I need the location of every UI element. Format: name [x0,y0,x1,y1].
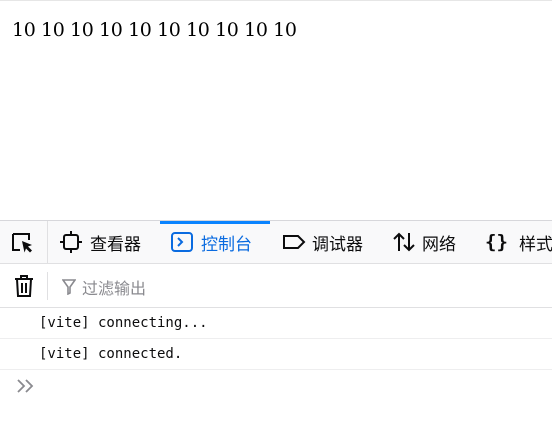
filter-output-input[interactable]: 过滤输出 [62,275,146,299]
console-input-prompt[interactable] [16,378,36,398]
console-message-text: [vite] connected. [39,346,183,362]
console-toolbar: 过滤输出 [0,264,552,308]
element-picker-button[interactable] [0,221,48,263]
tab-label: 调试器 [312,234,363,255]
filter-placeholder: 过滤输出 [82,279,147,298]
tab-label: 查看器 [90,234,141,255]
filter-icon [62,279,76,295]
tab-label: 样式 [519,234,552,255]
tab-label: 控制台 [201,234,252,255]
debugger-icon [282,231,306,253]
chevron-double-right-icon [17,379,34,393]
tab-inspector[interactable]: 查看器 [60,221,141,263]
tab-style-editor[interactable]: {} 样式 [485,221,552,263]
tab-debugger[interactable]: 调试器 [282,221,363,263]
inspector-icon [60,231,82,253]
tab-console[interactable]: 控制台 [160,221,270,263]
network-icon [392,231,415,253]
console-message: [vite] connecting... [0,308,552,339]
page-content-text: 10 10 10 10 10 10 10 10 10 10 [12,19,297,41]
devtools-panel: 查看器 控制台 调试器 网络 {} 样式 过滤输出 [vite] connect… [0,220,552,424]
toolbar-divider [47,272,48,300]
console-message: [vite] connected. [0,339,552,370]
console-message-text: [vite] connecting... [39,315,208,331]
devtools-tabbar: 查看器 控制台 调试器 网络 {} 样式 [0,221,552,264]
style-editor-icon: {} [485,231,508,253]
trash-icon [15,275,33,297]
clear-console-button[interactable] [13,274,35,302]
element-picker-icon [12,233,32,253]
console-icon [171,231,193,253]
tab-label: 网络 [422,234,456,255]
page-viewport: 10 10 10 10 10 10 10 10 10 10 [0,0,552,220]
tab-network[interactable]: 网络 [392,221,456,263]
